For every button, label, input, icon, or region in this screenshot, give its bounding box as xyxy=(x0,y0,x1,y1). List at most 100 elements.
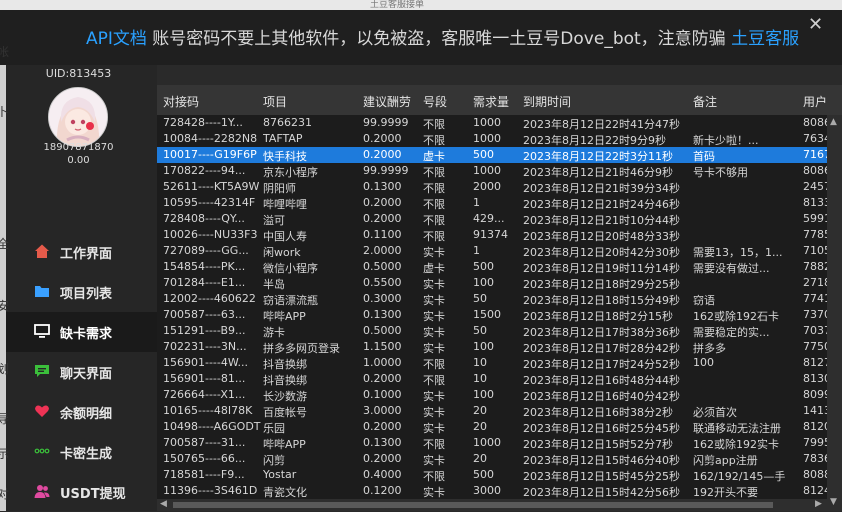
window-title: 土豆客服接单 xyxy=(370,0,425,10)
table-cell: 实卡 xyxy=(423,246,445,259)
table-cell: 哔哔APP xyxy=(263,438,306,451)
column-header[interactable]: 需求量 xyxy=(473,93,509,110)
api-docs-link[interactable]: API文档 xyxy=(86,29,147,49)
table-cell: 727089----GG... xyxy=(163,244,249,257)
nav-shortage[interactable]: 缺卡需求 xyxy=(0,312,157,352)
table-cell: 闪剪app注册 xyxy=(693,454,758,467)
table-cell: 必须首次 xyxy=(693,406,737,419)
table-cell: 2023年8月12日21时39分34秒 xyxy=(523,182,680,195)
table-row[interactable]: 156901----81... 抖音换绑 0.2000 不限 10 2023年8月12日1… xyxy=(157,371,842,387)
table-row[interactable]: 151291----B9... 游卡 0.5000 实卡 50 2023年8月12日17时… xyxy=(157,323,842,339)
table-row[interactable]: 728428----1Y... 8766231 99.9999 不限 1000 2023年… xyxy=(157,115,842,131)
nav-cardkey[interactable]: 卡密生成 xyxy=(0,432,157,472)
scroll-up-icon[interactable]: ▲ xyxy=(830,117,837,127)
table-cell: 10 xyxy=(473,356,487,369)
table-row[interactable]: 10498----A6GODT 乐园 0.2000 实卡 20 2023年8月12日16时… xyxy=(157,419,842,435)
nav-balance[interactable]: 余额明细 xyxy=(0,392,157,432)
column-header[interactable]: 备注 xyxy=(693,93,717,110)
nav-usdt[interactable]: USDT提现 xyxy=(0,472,157,512)
table-cell: 乐园 xyxy=(263,422,285,435)
table-cell: 需要稳定的实... xyxy=(693,326,770,339)
table-cell: 10017----G19F6P xyxy=(163,148,257,161)
table-cell: 哔哩哔哩 xyxy=(263,198,307,211)
dots-icon xyxy=(33,443,51,461)
table-cell: 0.5000 xyxy=(363,324,402,337)
nav-balance-label: 余额明细 xyxy=(60,407,113,422)
table-cell: 虚卡 xyxy=(423,150,445,163)
column-header[interactable]: 项目 xyxy=(263,93,287,110)
column-header[interactable]: 到期时间 xyxy=(523,93,571,110)
table-cell: 1000 xyxy=(473,164,501,177)
table-cell: 100 xyxy=(693,356,714,369)
table-row[interactable]: 700587----63... 哔哔APP 0.1300 实卡 1500 2023年8月1… xyxy=(157,307,842,323)
table-row[interactable]: 12002----460622 窃语漂流瓶 0.3000 实卡 50 2023年8月12日… xyxy=(157,291,842,307)
table-row[interactable]: 170822----94... 京东小程序 99.9999 不限 1000 2023年8月… xyxy=(157,163,842,179)
avatar[interactable] xyxy=(48,87,108,147)
table-row[interactable]: 11396----3S461D 青瓷文化 0.1200 实卡 3000 2023年8月12… xyxy=(157,483,842,499)
table-cell: 1.0000 xyxy=(363,356,402,369)
column-header[interactable]: 建议酬劳 xyxy=(363,93,411,110)
table-row[interactable]: 10026----NU33F3 中国人寿 0.1100 不限 91374 2023年8月1… xyxy=(157,227,842,243)
table-row[interactable]: 718581----F9... Yostar 0.4000 不限 500 2023年8月1… xyxy=(157,467,842,483)
table-cell: 2.0000 xyxy=(363,244,402,257)
table-row[interactable]: 702231----3N... 拼多多网页登录 1.1500 实卡 100 2023年8月… xyxy=(157,339,842,355)
table-row[interactable]: 150765----66... 闪剪 0.2000 实卡 20 2023年8月12日15时… xyxy=(157,451,842,467)
table-row[interactable]: 10595----42314F 哔哩哔哩 0.2000 不限 1 2023年8月12日21… xyxy=(157,195,842,211)
table-row[interactable]: 728408----QY... 溢可 0.2000 不限 429... 2023年8月12… xyxy=(157,211,842,227)
table-row[interactable]: 726664----X1... 长沙数游 0.1000 实卡 100 2023年8月12日… xyxy=(157,387,842,403)
scroll-left-icon[interactable]: ◀ xyxy=(160,499,167,509)
table-cell: 0.2000 xyxy=(363,420,402,433)
user-uid: UID:813453 xyxy=(45,67,112,80)
table-cell: 2023年8月12日20时48分33秒 xyxy=(523,230,680,243)
table-row[interactable]: 701284----E1... 半岛 0.5500 实卡 100 2023年8月12日18… xyxy=(157,275,842,291)
column-header[interactable]: 对接码 xyxy=(163,93,199,110)
table-cell: 162或除192石卡 xyxy=(693,310,779,323)
table-row[interactable]: 154854----PK... 微信小程序 0.5000 虚卡 500 2023年8月12… xyxy=(157,259,842,275)
table-cell: 不限 xyxy=(423,230,445,243)
nav-chat[interactable]: 聊天界面 xyxy=(0,352,157,392)
table-row[interactable]: 156901----4W... 抖音换绑 1.0000 不限 10 2023年8月12日1… xyxy=(157,355,842,371)
table-cell: 2023年8月12日19时11分14秒 xyxy=(523,262,680,275)
table-row[interactable]: 10084----2282N8 TAFTAP 0.2000 不限 1000 2023年8月… xyxy=(157,131,842,147)
table-cell: 拼多多 xyxy=(693,342,726,355)
table-cell: 2023年8月12日22时41分47秒 xyxy=(523,118,680,131)
edge-text: 安 xyxy=(0,299,10,313)
table-cell: 500 xyxy=(473,260,494,273)
table-cell: 500 xyxy=(473,148,494,161)
scroll-down-icon[interactable]: ▼ xyxy=(830,497,837,507)
table-cell: 10026----NU33F3 xyxy=(163,228,258,241)
table-cell: 实卡 xyxy=(423,278,445,291)
table-row[interactable]: 727089----GG... 闲work 2.0000 实卡 1 2023年8月12日2… xyxy=(157,243,842,259)
table-cell: 0.2000 xyxy=(363,196,402,209)
close-icon[interactable]: ✕ xyxy=(808,14,823,35)
table-cell: 11396----3S461D xyxy=(163,484,258,497)
table-cell: 170822----94... xyxy=(163,164,246,177)
table-cell: 10 xyxy=(473,372,487,385)
table-cell: 3.0000 xyxy=(363,404,402,417)
table-cell: 2023年8月12日18时2分15秒 xyxy=(523,310,673,323)
notice-banner: API文档 账号密码不要上其他软件，以免被盗，客服唯一土豆号Dove_bot，注… xyxy=(0,10,842,65)
vertical-scrollbar[interactable]: ▲ ▼ xyxy=(827,115,842,511)
nav-work[interactable]: 工作界面 xyxy=(0,232,157,272)
scroll-right-icon[interactable]: ▶ xyxy=(815,499,822,509)
table-cell: 1 xyxy=(473,196,480,209)
edge-text: 划 xyxy=(0,362,10,376)
table-cell: 需要13，15，1... xyxy=(693,246,783,259)
horizontal-scrollbar[interactable]: ◀ ▶ xyxy=(157,499,827,511)
nav-projects[interactable]: 项目列表 xyxy=(0,272,157,312)
table-row[interactable]: 10017----G19F6P 快手科技 0.2000 虚卡 500 2023年8月12日… xyxy=(157,147,842,163)
table-row[interactable]: 700587----31... 哔哔APP 0.1300 不限 1000 2023年8月1… xyxy=(157,435,842,451)
table-cell: 不限 xyxy=(423,118,445,131)
edge-text: 对 xyxy=(0,487,10,501)
support-link[interactable]: 土豆客服 xyxy=(731,29,799,49)
table-cell: 不限 xyxy=(423,134,445,147)
table-row[interactable]: 10165----48I78K 百度帐号 3.0000 实卡 20 2023年8月12日1… xyxy=(157,403,842,419)
table-cell: 100 xyxy=(473,340,494,353)
horizontal-scroll-thumb[interactable] xyxy=(173,502,773,508)
table-row[interactable]: 52611----KT5A9W 阴阳师 0.1300 不限 2000 2023年8月12日… xyxy=(157,179,842,195)
table-cell: 702231----3N... xyxy=(163,340,247,353)
column-header[interactable]: 号段 xyxy=(423,93,447,110)
column-header[interactable]: 用户 xyxy=(803,93,827,110)
table-cell: 2023年8月12日20时42分30秒 xyxy=(523,246,680,259)
window-titlebar: 土豆客服接单 xyxy=(0,0,842,10)
